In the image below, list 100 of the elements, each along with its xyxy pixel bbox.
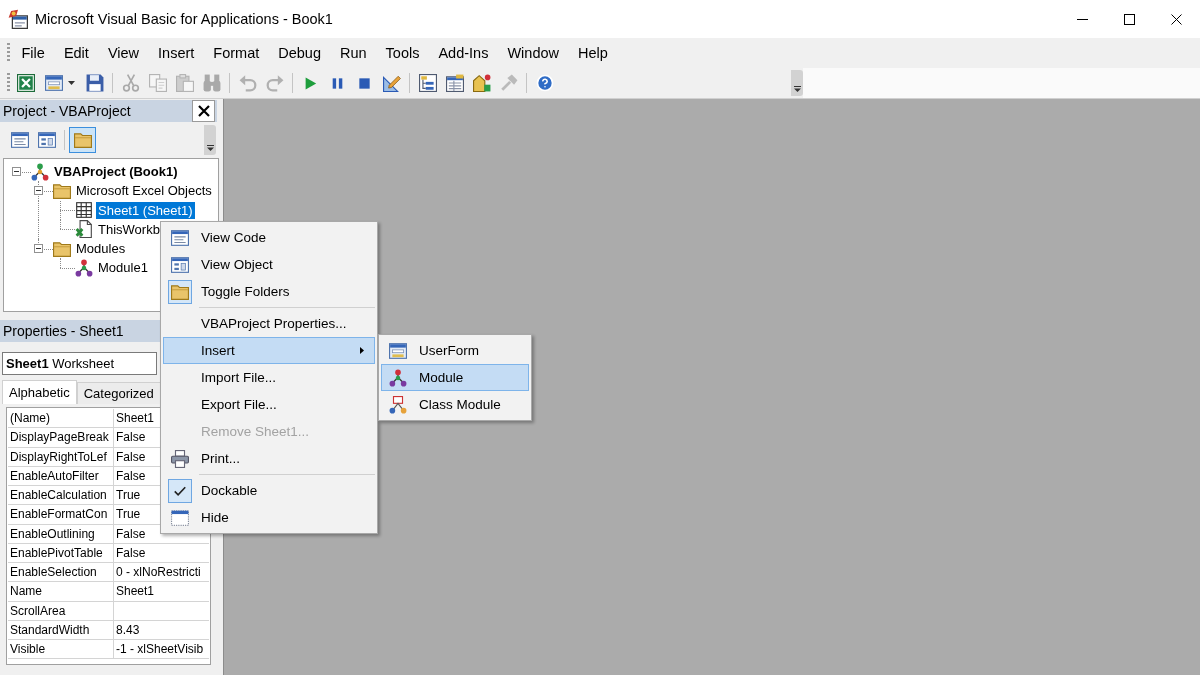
menu-item[interactable]: View <box>98 42 149 64</box>
form-window-icon <box>171 255 189 274</box>
menu-item[interactable]: Class Module <box>381 391 529 418</box>
stop-icon <box>359 77 370 89</box>
submenu-arrow-icon <box>360 347 364 354</box>
property-name-cell: ScrollArea <box>8 601 114 620</box>
property-name-cell: DisplayRightToLef <box>8 447 114 466</box>
menu-item[interactable]: Export File... <box>163 391 375 418</box>
app-icon <box>8 9 28 29</box>
menu-item[interactable]: Insert <box>148 42 204 64</box>
menu-item[interactable]: View Object <box>163 251 375 278</box>
tree-window-icon <box>418 74 437 92</box>
dotted-window-icon <box>171 508 189 527</box>
property-name-cell: EnablePivotTable <box>8 543 114 562</box>
property-value: False <box>116 468 146 483</box>
undo-icon <box>238 74 257 92</box>
close-icon <box>1171 13 1182 25</box>
scissors-icon <box>121 74 140 92</box>
printer-icon <box>171 449 189 468</box>
property-name-cell: Name <box>8 582 114 601</box>
property-value: False <box>116 449 146 464</box>
pause-icon <box>332 77 343 89</box>
property-value: Sheet1 <box>116 411 155 426</box>
property-name-cell: Visible <box>8 640 114 659</box>
grip-icon[interactable] <box>7 43 10 63</box>
menu-item[interactable]: Tools <box>376 42 429 64</box>
toolbar-button[interactable] <box>69 127 96 153</box>
grip-icon[interactable] <box>7 73 10 93</box>
binoculars-icon <box>202 74 221 92</box>
menu-item[interactable]: Toggle Folders <box>163 278 375 305</box>
menu-item[interactable]: Print... <box>163 445 375 472</box>
class-module-icon <box>389 395 407 414</box>
code-window-icon <box>10 131 29 149</box>
menu-item[interactable]: Debug <box>268 42 331 64</box>
tree-item[interactable]: ThisWorkb <box>96 220 162 238</box>
folder-icon <box>53 239 71 258</box>
menu-item[interactable]: Window <box>497 42 569 64</box>
collapse-icon[interactable] <box>33 186 43 196</box>
code-window-icon <box>171 228 189 247</box>
folder-icon <box>73 131 92 149</box>
tab[interactable]: Categorized <box>76 382 161 404</box>
tree-item[interactable]: VBAProject (Book1) <box>52 163 180 181</box>
menu-item[interactable]: Module <box>381 364 529 391</box>
panel-title: Properties - Sheet1 <box>3 323 124 339</box>
list-window-icon <box>445 74 464 92</box>
menu-item[interactable]: VBAProject Properties... <box>163 310 375 337</box>
form-window-icon <box>37 131 56 149</box>
menu-item[interactable]: Hide <box>163 504 375 531</box>
property-name-cell: EnableOutlining <box>8 524 114 543</box>
menu-item[interactable]: View Code <box>163 224 375 251</box>
menu-item[interactable]: Run <box>330 42 377 64</box>
spreadsheet-icon <box>16 74 35 92</box>
property-name-cell: EnableFormatCon <box>8 505 114 524</box>
panel-title: Project - VBAProject <box>3 103 131 119</box>
object-dropdown[interactable]: Sheet1 Worksheet <box>2 352 157 375</box>
tree-item[interactable]: Module1 <box>96 259 150 277</box>
property-value: True <box>116 488 141 503</box>
shapes-icon <box>472 74 491 92</box>
menu-item[interactable]: Dockable <box>163 477 375 504</box>
close-button[interactable] <box>192 100 215 122</box>
menu-item[interactable]: Add-Ins <box>428 42 498 64</box>
menu-item[interactable]: Insert <box>163 337 375 364</box>
minimize-icon <box>1077 18 1088 20</box>
chevron-down-icon <box>793 86 801 92</box>
node-graph-icon <box>75 258 93 277</box>
tree-item[interactable]: Microsoft Excel Objects <box>74 182 214 200</box>
property-name-cell: (Name) <box>8 409 114 428</box>
property-value: False <box>116 430 146 445</box>
property-value: 0 - xlNoRestricti <box>116 565 201 580</box>
window-title: Microsoft Visual Basic for Applications - Book1 <box>35 11 333 27</box>
menu-item[interactable]: Format <box>203 42 269 64</box>
menu-item[interactable]: Import File... <box>163 364 375 391</box>
caret-icon <box>68 81 75 85</box>
collapse-icon[interactable] <box>11 167 21 177</box>
property-name-cell: EnableAutoFilter <box>8 466 114 485</box>
property-value: Sheet1 <box>116 584 155 599</box>
property-value: -1 - xlSheetVisib <box>116 642 204 657</box>
property-value: 8.43 <box>116 622 140 637</box>
property-value: False <box>116 526 146 541</box>
property-name-cell: StandardWidth <box>8 620 114 639</box>
menu-item[interactable]: File <box>12 42 55 64</box>
tree-item[interactable]: Modules <box>74 240 128 258</box>
menu-item[interactable]: Edit <box>54 42 99 64</box>
menu-item[interactable]: UserForm <box>381 337 529 364</box>
toolbar-overflow-button[interactable] <box>791 70 803 96</box>
chevron-down-icon <box>206 145 214 151</box>
property-value: True <box>116 507 141 522</box>
toolbar-overflow-button[interactable] <box>204 125 216 155</box>
tab[interactable]: Alphabetic <box>2 380 77 404</box>
form-icon <box>45 74 63 92</box>
tree-item[interactable]: Sheet1 (Sheet1) <box>96 201 195 219</box>
folder-icon <box>53 181 71 200</box>
copy-icon <box>148 74 167 92</box>
form-icon <box>389 341 407 360</box>
menu-item[interactable]: Help <box>568 42 618 64</box>
property-name-cell: DisplayPageBreak <box>8 428 114 447</box>
clipboard-icon <box>175 74 194 92</box>
grid-page-icon <box>75 201 93 220</box>
maximize-icon <box>1124 13 1135 25</box>
collapse-icon[interactable] <box>33 244 43 254</box>
